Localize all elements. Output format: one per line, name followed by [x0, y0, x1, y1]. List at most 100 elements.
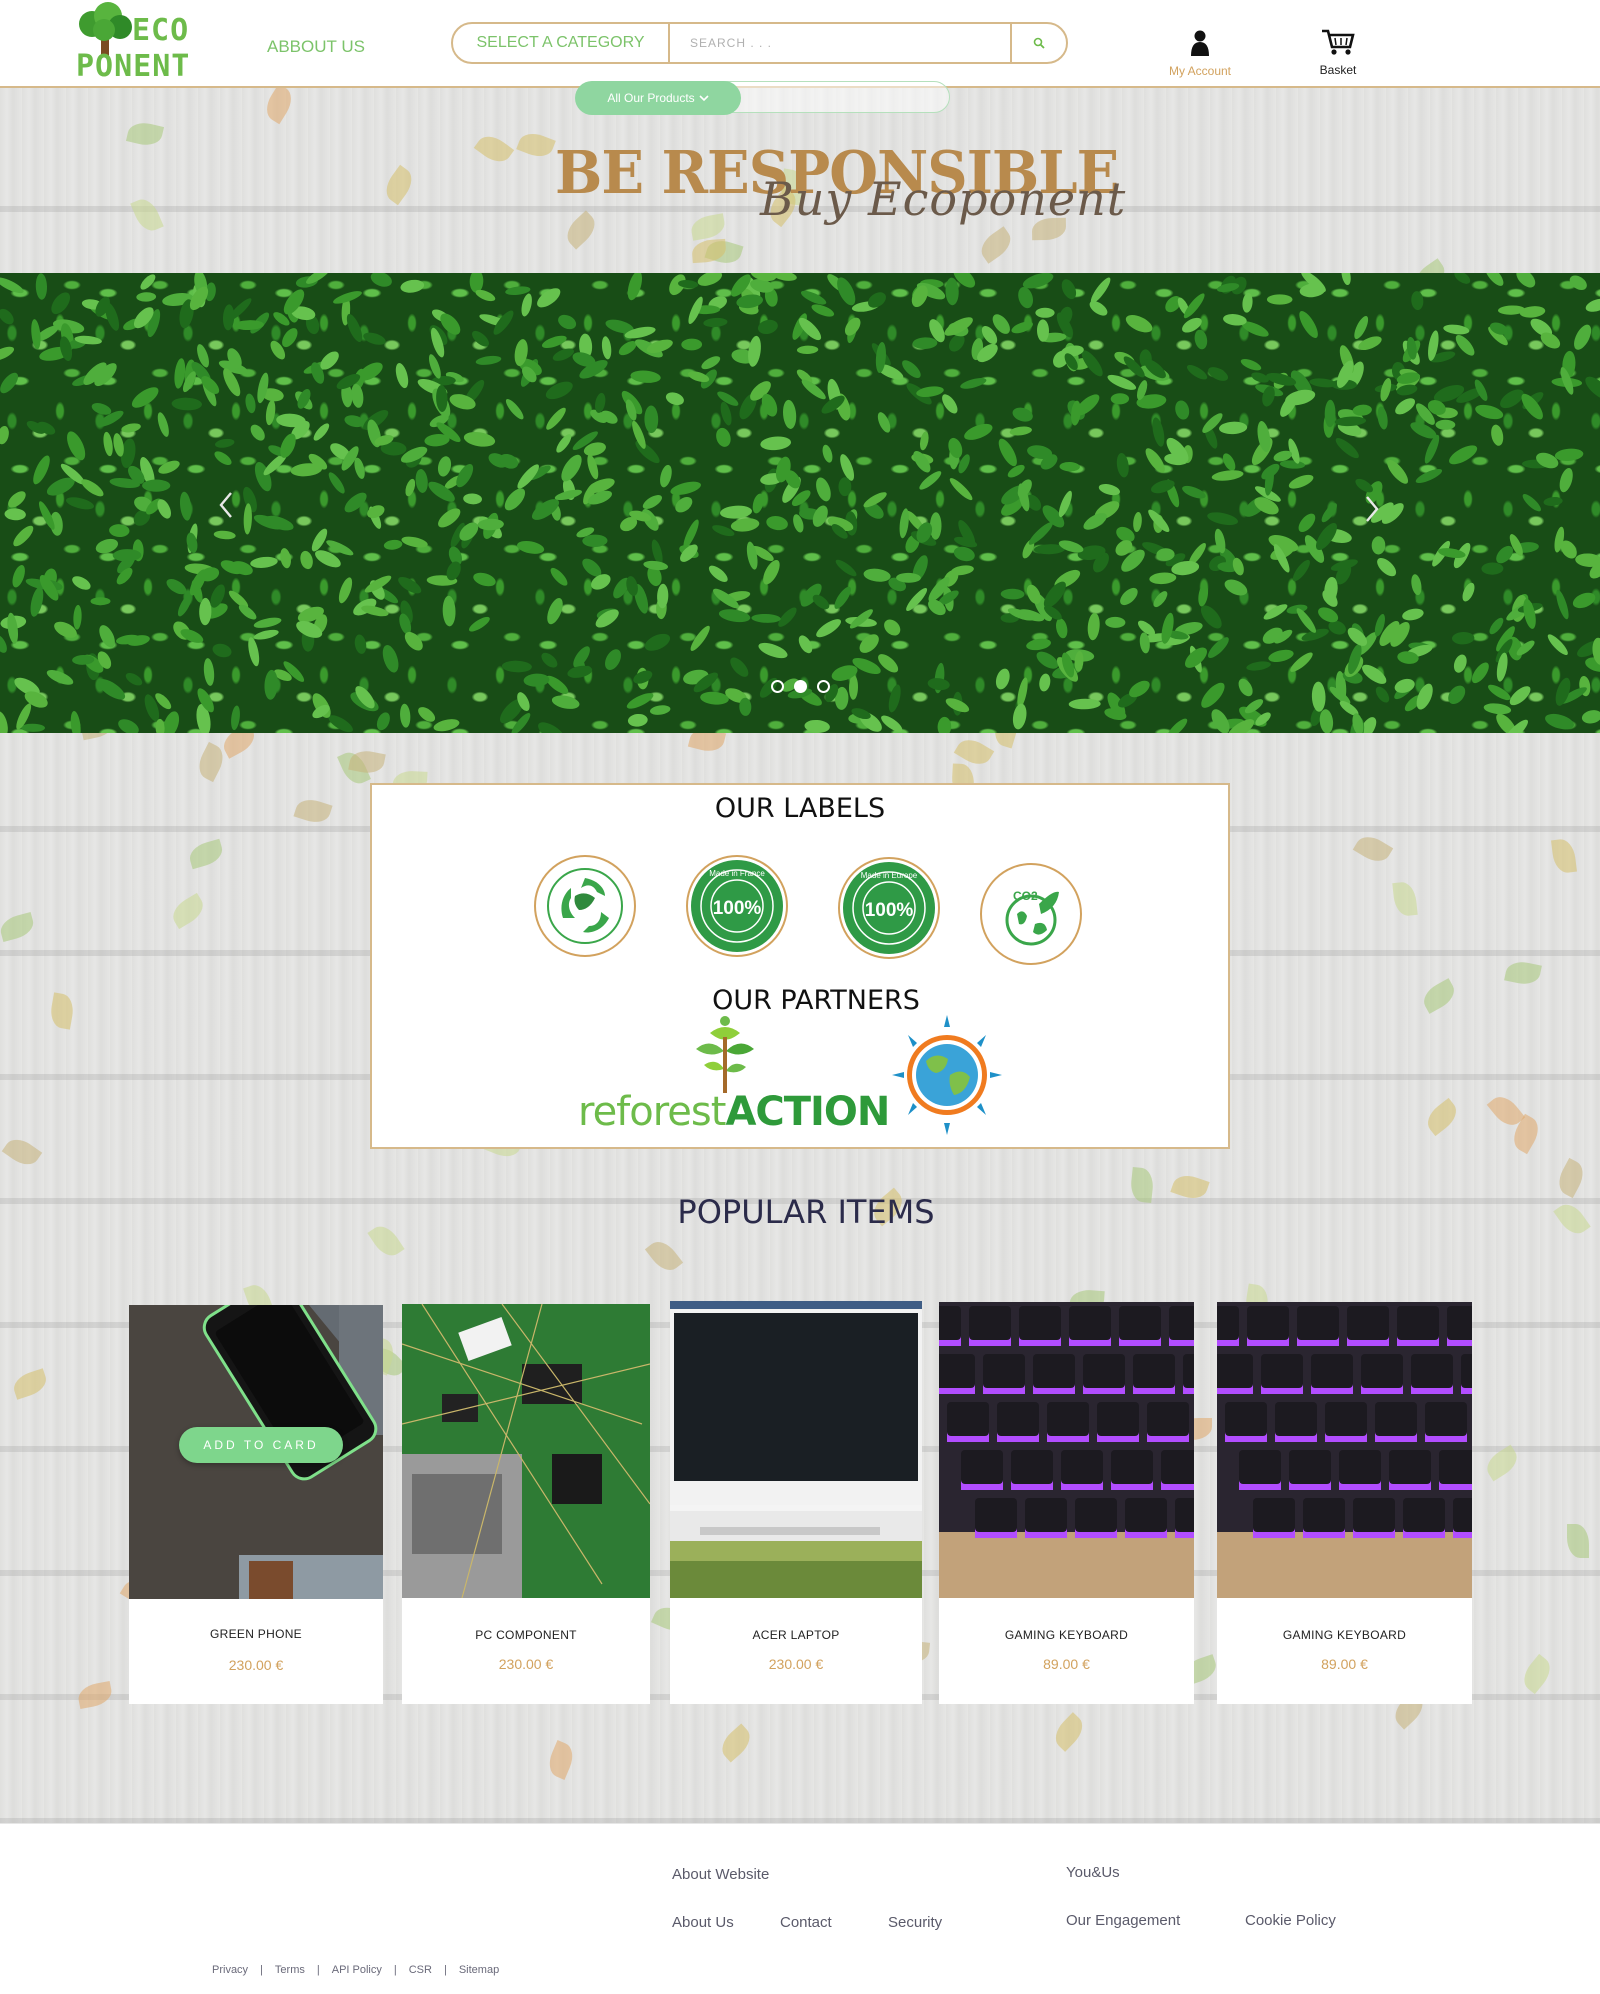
leaf-shape	[13, 525, 34, 547]
key-cap	[1453, 1498, 1472, 1532]
search-input[interactable]	[670, 24, 1012, 62]
key-cap	[969, 1306, 1011, 1340]
leaf-shape	[644, 633, 671, 651]
leaf-shape	[800, 290, 827, 305]
product-card[interactable]: GAMING KEYBOARD 89.00 €	[1217, 1302, 1472, 1704]
about-us-link[interactable]: ABBOUT US	[267, 37, 365, 57]
leaf-shape	[1354, 315, 1369, 340]
decorative-leaf	[1551, 837, 1577, 875]
add-to-cart-button[interactable]: ADD TO CARD	[179, 1427, 343, 1463]
key-cap	[1119, 1306, 1161, 1340]
gaming-keyboard-image	[939, 1302, 1194, 1598]
leaf-shape	[103, 431, 113, 457]
legal-link-sitemap[interactable]: Sitemap	[459, 1964, 499, 1976]
legal-link-api-policy[interactable]: API Policy	[332, 1964, 382, 1976]
leaf-shape	[630, 370, 661, 383]
badge-value: 100%	[865, 900, 914, 921]
basket-button[interactable]: Basket	[1310, 28, 1366, 77]
product-price: 89.00 €	[1321, 1656, 1368, 1672]
legal-link-privacy[interactable]: Privacy	[212, 1964, 248, 1976]
key-cap	[1411, 1354, 1453, 1388]
key-cap	[1083, 1354, 1125, 1388]
leaf-shape	[517, 540, 545, 554]
leaf-shape	[752, 493, 764, 514]
carousel-next-button[interactable]	[1357, 489, 1387, 529]
footer-link-our-engagement[interactable]: Our Engagement	[1066, 1912, 1180, 1929]
leaf-shape	[1058, 490, 1072, 518]
leaf-shape	[859, 634, 879, 653]
leaf-shape	[703, 317, 728, 328]
leaf-shape	[222, 304, 235, 331]
brand-logo[interactable]: ECO PONENT	[74, 2, 194, 86]
my-account-button[interactable]: My Account	[1162, 30, 1238, 78]
leaf-shape	[81, 479, 104, 497]
footer-link-contact[interactable]: Contact	[780, 1914, 832, 1931]
leaf-shape	[1375, 686, 1390, 703]
leaf-shape	[683, 519, 699, 549]
leaf-shape	[1569, 275, 1587, 290]
leaf-shape	[121, 423, 141, 433]
product-card[interactable]: ACER LAPTOP 230.00 €	[670, 1301, 922, 1704]
leaf-shape	[338, 577, 353, 604]
leaf-shape	[1585, 376, 1600, 400]
product-card[interactable]: PC COMPONENT 230.00 €	[402, 1304, 650, 1704]
leaf-shape	[118, 719, 139, 733]
leaf-shape	[473, 572, 496, 587]
key-cap	[1097, 1402, 1139, 1436]
key-cap	[947, 1402, 989, 1436]
leaf-shape	[472, 330, 489, 347]
key-cap	[1297, 1306, 1339, 1340]
recycle-badge	[534, 855, 636, 957]
leaf-shape	[1485, 273, 1504, 286]
carousel-dot-active[interactable]	[794, 680, 807, 693]
leaf-shape	[1554, 448, 1584, 462]
leaf-shape	[31, 319, 41, 350]
leaf-shape	[964, 423, 993, 440]
leaf-shape	[1377, 557, 1397, 577]
legal-link-csr[interactable]: CSR	[409, 1964, 432, 1976]
leaf-shape	[537, 288, 561, 308]
leaf-shape	[643, 560, 669, 571]
leaf-shape	[1559, 467, 1573, 493]
category-select[interactable]: SELECT A CATEGORY	[453, 24, 670, 62]
leaf-shape	[796, 345, 819, 355]
carousel-dot[interactable]	[771, 680, 784, 693]
product-card[interactable]: GAMING KEYBOARD 89.00 €	[939, 1302, 1194, 1704]
made-in-europe-icon: Made in Europe 100%	[843, 862, 935, 954]
leaf-shape	[751, 613, 781, 623]
earth-partner-logo[interactable]	[892, 1015, 1002, 1135]
leaf-shape	[1007, 464, 1025, 478]
leaf-shape	[433, 719, 460, 732]
reforestaction-logo[interactable]: reforestACTION	[578, 1015, 890, 1135]
leaf-shape	[468, 616, 490, 632]
leaf-shape	[1035, 307, 1055, 318]
footer-link-cookie-policy[interactable]: Cookie Policy	[1245, 1912, 1336, 1929]
search-button[interactable]	[1012, 24, 1066, 62]
leaf-shape	[344, 492, 367, 513]
leaf-shape	[1011, 321, 1033, 334]
leaf-shape	[822, 444, 833, 463]
leaf-shape	[546, 407, 566, 430]
decorative-leaf	[10, 1368, 50, 1400]
leaf-shape	[1039, 673, 1051, 692]
legal-link-terms[interactable]: Terms	[275, 1964, 305, 1976]
carousel-prev-button[interactable]	[211, 485, 241, 525]
leaf-shape	[1012, 407, 1033, 422]
separator: |	[443, 1964, 447, 1976]
footer-heading-about-website: About Website	[672, 1866, 770, 1883]
key-cap	[1275, 1402, 1317, 1436]
leaf-shape	[1224, 579, 1248, 596]
made-in-france-badge: Made in France 100%	[686, 855, 788, 957]
leaf-shape	[816, 477, 831, 502]
leaf-shape	[798, 635, 813, 654]
leaf-shape	[354, 634, 367, 654]
all-products-dropdown[interactable]: All Our Products	[575, 81, 741, 115]
product-card[interactable]: ADD TO CARD GREEN PHONE 230.00 €	[129, 1305, 383, 1704]
leaf-shape	[90, 597, 111, 606]
user-icon	[1191, 30, 1209, 56]
carousel-dot[interactable]	[817, 680, 830, 693]
decorative-leaf	[130, 195, 164, 235]
footer-link-about-us[interactable]: About Us	[672, 1914, 734, 1931]
footer-link-security[interactable]: Security	[888, 1914, 942, 1931]
leaf-shape	[717, 391, 739, 406]
